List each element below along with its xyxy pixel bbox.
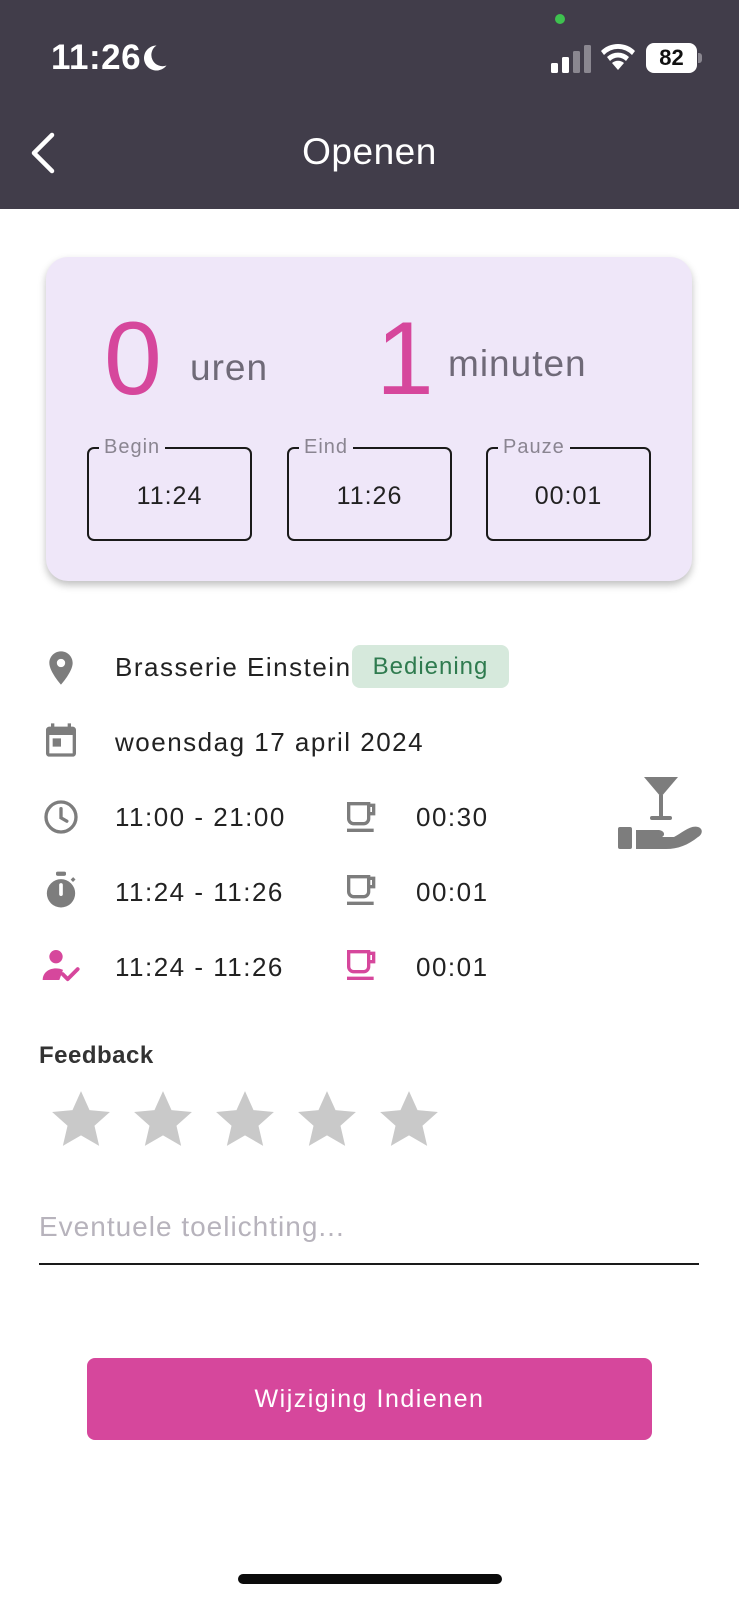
- star-4-icon[interactable]: [294, 1087, 360, 1153]
- page-title: Openen: [302, 131, 437, 172]
- location-pin-icon: [49, 651, 73, 685]
- star-5-icon[interactable]: [376, 1087, 442, 1153]
- star-3-icon[interactable]: [212, 1087, 278, 1153]
- coffee-cup-icon: [347, 950, 376, 980]
- tracked-time-range: 11:24 - 11:26: [115, 877, 284, 907]
- wifi-icon: [601, 43, 635, 70]
- cellular-signal-icon: [551, 45, 591, 73]
- feedback-comment-input[interactable]: [39, 1190, 699, 1265]
- app-header: 11:26 82 Openen: [0, 0, 739, 209]
- minutes-value: 1: [376, 301, 434, 417]
- begin-time-label: Begin: [99, 436, 166, 459]
- waiter-serving-icon: [618, 777, 702, 849]
- approved-break: 00:01: [416, 952, 489, 982]
- pause-time-label: Pauze: [498, 436, 570, 459]
- minutes-unit-label: minuten: [448, 343, 587, 384]
- star-1-icon[interactable]: [48, 1087, 114, 1153]
- pause-time-value: 00:01: [534, 482, 603, 510]
- location-name: Brasserie Einstein: [115, 652, 352, 682]
- hours-value: 0: [104, 301, 162, 417]
- star-2-icon[interactable]: [130, 1087, 196, 1153]
- planned-time-range: 11:00 - 21:00: [115, 802, 286, 832]
- duration-summary-card: 0 uren 1 minuten Begin 11:24 Eind 11:26 …: [46, 257, 692, 581]
- end-time-field[interactable]: Eind 11:26: [287, 436, 452, 541]
- shift-date: woensdag 17 april 2024: [115, 727, 425, 757]
- approved-time-range: 11:24 - 11:26: [115, 952, 284, 982]
- submit-change-button[interactable]: Wijziging Indienen: [87, 1358, 652, 1440]
- clock-icon: [44, 800, 78, 834]
- camera-indicator-dot: [555, 14, 565, 24]
- feedback-title: Feedback: [39, 1042, 154, 1069]
- moon-icon: [144, 45, 167, 71]
- battery-level: 82: [646, 43, 697, 73]
- home-indicator[interactable]: [238, 1574, 502, 1584]
- pause-time-field[interactable]: Pauze 00:01: [486, 436, 651, 541]
- end-time-label: Eind: [299, 436, 354, 459]
- role-badge: Bediening: [352, 645, 509, 688]
- person-check-icon: [42, 950, 80, 982]
- tracked-break: 00:01: [416, 877, 489, 907]
- status-time: 11:26: [51, 38, 142, 77]
- begin-time-field[interactable]: Begin 11:24: [87, 436, 252, 541]
- battery-tip: [698, 53, 702, 63]
- hours-unit-label: uren: [190, 347, 269, 388]
- stopwatch-icon: [46, 871, 76, 908]
- coffee-cup-icon: [347, 802, 376, 832]
- battery-indicator: 82: [646, 43, 702, 73]
- calendar-icon: [46, 723, 76, 757]
- end-time-value: 11:26: [336, 482, 403, 510]
- coffee-cup-icon: [347, 875, 376, 905]
- begin-time-value: 11:24: [136, 482, 203, 510]
- planned-break: 00:30: [416, 802, 489, 832]
